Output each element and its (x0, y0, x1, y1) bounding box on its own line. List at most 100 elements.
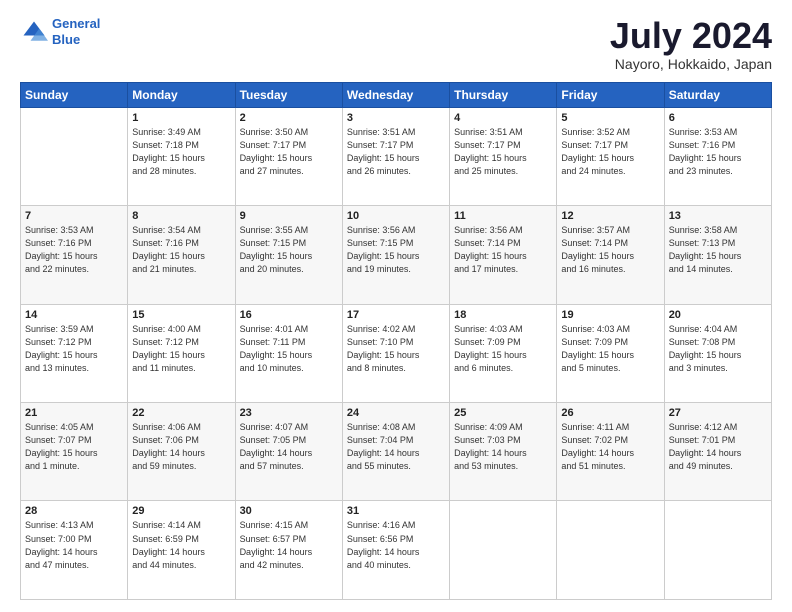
day-number: 6 (669, 112, 767, 124)
day-number: 17 (347, 309, 445, 321)
calendar-week-2: 7Sunrise: 3:53 AM Sunset: 7:16 PM Daylig… (21, 206, 772, 304)
day-number: 1 (132, 112, 230, 124)
day-info: Sunrise: 3:53 AM Sunset: 7:16 PM Dayligh… (669, 126, 767, 178)
day-info: Sunrise: 3:52 AM Sunset: 7:17 PM Dayligh… (561, 126, 659, 178)
day-info: Sunrise: 4:04 AM Sunset: 7:08 PM Dayligh… (669, 323, 767, 375)
calendar-cell: 11 Sunrise: 3:56 AM Sunset: 7:14 PM Dayli… (450, 206, 557, 304)
day-number: 2 (240, 112, 338, 124)
day-number: 27 (669, 407, 767, 419)
day-number: 16 (240, 309, 338, 321)
calendar-cell: 16 Sunrise: 4:01 AM Sunset: 7:11 PM Dayli… (235, 304, 342, 402)
calendar-week-3: 14 Sunrise: 3:59 AM Sunset: 7:12 PM Dayli… (21, 304, 772, 402)
logo-text: General Blue (52, 16, 100, 47)
day-info: Sunrise: 4:02 AM Sunset: 7:10 PM Dayligh… (347, 323, 445, 375)
calendar: Sunday Monday Tuesday Wednesday Thursday… (20, 82, 772, 600)
calendar-week-5: 28 Sunrise: 4:13 AM Sunset: 7:00 PM Dayli… (21, 501, 772, 600)
calendar-cell (450, 501, 557, 600)
calendar-cell (21, 107, 128, 205)
day-info: Sunrise: 3:51 AM Sunset: 7:17 PM Dayligh… (454, 126, 552, 178)
col-monday: Monday (128, 82, 235, 107)
calendar-cell: 4Sunrise: 3:51 AM Sunset: 7:17 PM Daylig… (450, 107, 557, 205)
calendar-cell: 2Sunrise: 3:50 AM Sunset: 7:17 PM Daylig… (235, 107, 342, 205)
day-number: 8 (132, 210, 230, 222)
day-number: 23 (240, 407, 338, 419)
day-info: Sunrise: 4:13 AM Sunset: 7:00 PM Dayligh… (25, 519, 123, 571)
day-number: 7 (25, 210, 123, 222)
logo-line1: General (52, 16, 100, 31)
calendar-cell: 15 Sunrise: 4:00 AM Sunset: 7:12 PM Dayli… (128, 304, 235, 402)
calendar-cell: 30 Sunrise: 4:15 AM Sunset: 6:57 PM Dayli… (235, 501, 342, 600)
day-info: Sunrise: 3:54 AM Sunset: 7:16 PM Dayligh… (132, 224, 230, 276)
day-number: 12 (561, 210, 659, 222)
day-number: 22 (132, 407, 230, 419)
calendar-cell: 7Sunrise: 3:53 AM Sunset: 7:16 PM Daylig… (21, 206, 128, 304)
day-number: 15 (132, 309, 230, 321)
page: General Blue July 2024 Nayoro, Hokkaido,… (0, 0, 792, 612)
header: General Blue July 2024 Nayoro, Hokkaido,… (20, 16, 772, 72)
day-info: Sunrise: 4:03 AM Sunset: 7:09 PM Dayligh… (561, 323, 659, 375)
day-number: 29 (132, 505, 230, 517)
calendar-cell: 1Sunrise: 3:49 AM Sunset: 7:18 PM Daylig… (128, 107, 235, 205)
calendar-cell (664, 501, 771, 600)
day-info: Sunrise: 4:05 AM Sunset: 7:07 PM Dayligh… (25, 421, 123, 473)
col-sunday: Sunday (21, 82, 128, 107)
calendar-cell: 13 Sunrise: 3:58 AM Sunset: 7:13 PM Dayli… (664, 206, 771, 304)
day-info: Sunrise: 4:01 AM Sunset: 7:11 PM Dayligh… (240, 323, 338, 375)
calendar-cell: 20 Sunrise: 4:04 AM Sunset: 7:08 PM Dayli… (664, 304, 771, 402)
day-info: Sunrise: 4:09 AM Sunset: 7:03 PM Dayligh… (454, 421, 552, 473)
calendar-cell: 12 Sunrise: 3:57 AM Sunset: 7:14 PM Dayli… (557, 206, 664, 304)
day-info: Sunrise: 3:59 AM Sunset: 7:12 PM Dayligh… (25, 323, 123, 375)
calendar-cell: 19 Sunrise: 4:03 AM Sunset: 7:09 PM Dayli… (557, 304, 664, 402)
calendar-cell: 3Sunrise: 3:51 AM Sunset: 7:17 PM Daylig… (342, 107, 449, 205)
calendar-cell: 22 Sunrise: 4:06 AM Sunset: 7:06 PM Dayli… (128, 403, 235, 501)
day-number: 11 (454, 210, 552, 222)
logo: General Blue (20, 16, 100, 47)
day-info: Sunrise: 4:14 AM Sunset: 6:59 PM Dayligh… (132, 519, 230, 571)
calendar-cell: 10Sunrise: 3:56 AM Sunset: 7:15 PM Dayli… (342, 206, 449, 304)
day-number: 9 (240, 210, 338, 222)
day-info: Sunrise: 3:56 AM Sunset: 7:14 PM Dayligh… (454, 224, 552, 276)
calendar-cell: 5 Sunrise: 3:52 AM Sunset: 7:17 PM Daylig… (557, 107, 664, 205)
calendar-cell: 24Sunrise: 4:08 AM Sunset: 7:04 PM Dayli… (342, 403, 449, 501)
day-number: 5 (561, 112, 659, 124)
day-info: Sunrise: 4:00 AM Sunset: 7:12 PM Dayligh… (132, 323, 230, 375)
day-number: 28 (25, 505, 123, 517)
day-info: Sunrise: 4:06 AM Sunset: 7:06 PM Dayligh… (132, 421, 230, 473)
calendar-cell: 6 Sunrise: 3:53 AM Sunset: 7:16 PM Daylig… (664, 107, 771, 205)
logo-icon (20, 18, 48, 46)
calendar-cell: 28 Sunrise: 4:13 AM Sunset: 7:00 PM Dayli… (21, 501, 128, 600)
day-info: Sunrise: 4:11 AM Sunset: 7:02 PM Dayligh… (561, 421, 659, 473)
subtitle: Nayoro, Hokkaido, Japan (610, 56, 772, 72)
day-info: Sunrise: 4:12 AM Sunset: 7:01 PM Dayligh… (669, 421, 767, 473)
day-info: Sunrise: 4:03 AM Sunset: 7:09 PM Dayligh… (454, 323, 552, 375)
day-number: 14 (25, 309, 123, 321)
day-number: 31 (347, 505, 445, 517)
day-number: 18 (454, 309, 552, 321)
day-number: 13 (669, 210, 767, 222)
col-thursday: Thursday (450, 82, 557, 107)
day-info: Sunrise: 3:58 AM Sunset: 7:13 PM Dayligh… (669, 224, 767, 276)
col-tuesday: Tuesday (235, 82, 342, 107)
col-friday: Friday (557, 82, 664, 107)
day-number: 24 (347, 407, 445, 419)
day-number: 26 (561, 407, 659, 419)
calendar-cell: 9Sunrise: 3:55 AM Sunset: 7:15 PM Daylig… (235, 206, 342, 304)
calendar-cell: 23 Sunrise: 4:07 AM Sunset: 7:05 PM Dayli… (235, 403, 342, 501)
calendar-cell: 14 Sunrise: 3:59 AM Sunset: 7:12 PM Dayli… (21, 304, 128, 402)
day-info: Sunrise: 4:16 AM Sunset: 6:56 PM Dayligh… (347, 519, 445, 571)
day-number: 3 (347, 112, 445, 124)
calendar-cell: 21 Sunrise: 4:05 AM Sunset: 7:07 PM Dayli… (21, 403, 128, 501)
day-number: 21 (25, 407, 123, 419)
calendar-header: Sunday Monday Tuesday Wednesday Thursday… (21, 82, 772, 107)
day-number: 19 (561, 309, 659, 321)
day-number: 30 (240, 505, 338, 517)
title-area: July 2024 Nayoro, Hokkaido, Japan (610, 16, 772, 72)
day-info: Sunrise: 4:07 AM Sunset: 7:05 PM Dayligh… (240, 421, 338, 473)
calendar-cell: 25Sunrise: 4:09 AM Sunset: 7:03 PM Dayli… (450, 403, 557, 501)
day-info: Sunrise: 3:57 AM Sunset: 7:14 PM Dayligh… (561, 224, 659, 276)
day-info: Sunrise: 4:15 AM Sunset: 6:57 PM Dayligh… (240, 519, 338, 571)
calendar-cell: 26 Sunrise: 4:11 AM Sunset: 7:02 PM Dayli… (557, 403, 664, 501)
day-number: 20 (669, 309, 767, 321)
main-title: July 2024 (610, 16, 772, 56)
header-row: Sunday Monday Tuesday Wednesday Thursday… (21, 82, 772, 107)
